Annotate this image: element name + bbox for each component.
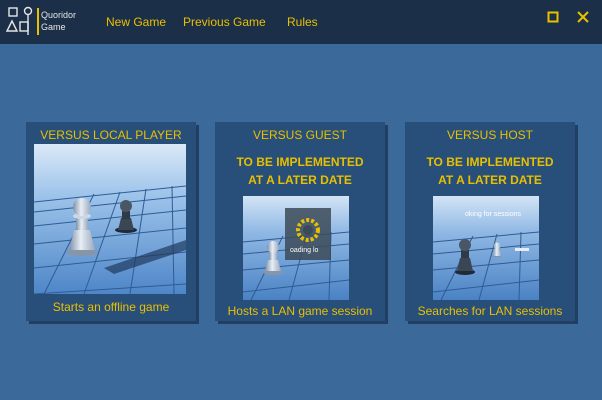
app-name: Quoridor Game <box>41 9 76 33</box>
notice-line2: AT A LATER DATE <box>248 173 352 187</box>
notice-line1: TO BE IMPLEMENTED <box>236 155 364 169</box>
title-bar: Quoridor Game New Game Previous Game Rul… <box>0 0 602 44</box>
not-implemented-notice: TO BE IMPLEMENTED AT A LATER DATE <box>215 153 385 189</box>
card-caption: Hosts a LAN game session <box>227 304 373 318</box>
card-versus-host[interactable]: VERSUS HOST TO BE IMPLEMENTED AT A LATER… <box>405 122 575 321</box>
loading-overlay-text: oading lo <box>290 247 319 254</box>
host-preview-image: oking for sessions <box>433 196 539 300</box>
maximize-icon <box>547 11 559 23</box>
card-title: VERSUS LOCAL PLAYER <box>40 128 182 142</box>
local-player-preview-image <box>34 144 186 294</box>
card-versus-guest[interactable]: VERSUS GUEST TO BE IMPLEMENTED AT A LATE… <box>215 122 385 321</box>
quoridor-logo-icon <box>6 6 33 35</box>
menu-rules[interactable]: Rules <box>287 15 318 29</box>
maximize-button[interactable] <box>545 9 561 25</box>
menu-new-game[interactable]: New Game <box>106 15 166 29</box>
card-caption: Starts an offline game <box>52 300 170 314</box>
notice-line2: AT A LATER DATE <box>438 173 542 187</box>
menu-previous-game[interactable]: Previous Game <box>183 15 266 29</box>
logo-divider <box>37 8 39 35</box>
card-caption: Searches for LAN sessions <box>417 304 563 318</box>
notice-line1: TO BE IMPLEMENTED <box>426 155 554 169</box>
search-status-text: oking for sessions <box>465 211 522 218</box>
not-implemented-notice: TO BE IMPLEMENTED AT A LATER DATE <box>405 153 575 189</box>
guest-preview-image: oading lo <box>243 196 349 300</box>
close-icon <box>577 11 589 23</box>
close-button[interactable] <box>575 9 591 25</box>
wall-piece <box>515 248 529 251</box>
card-title: VERSUS HOST <box>446 128 533 142</box>
card-versus-local-player[interactable]: VERSUS LOCAL PLAYER Starts an offline ga… <box>26 122 196 321</box>
card-title: VERSUS GUEST <box>252 128 348 142</box>
app-name-line2: Game <box>41 22 66 32</box>
app-name-line1: Quoridor <box>41 10 77 20</box>
